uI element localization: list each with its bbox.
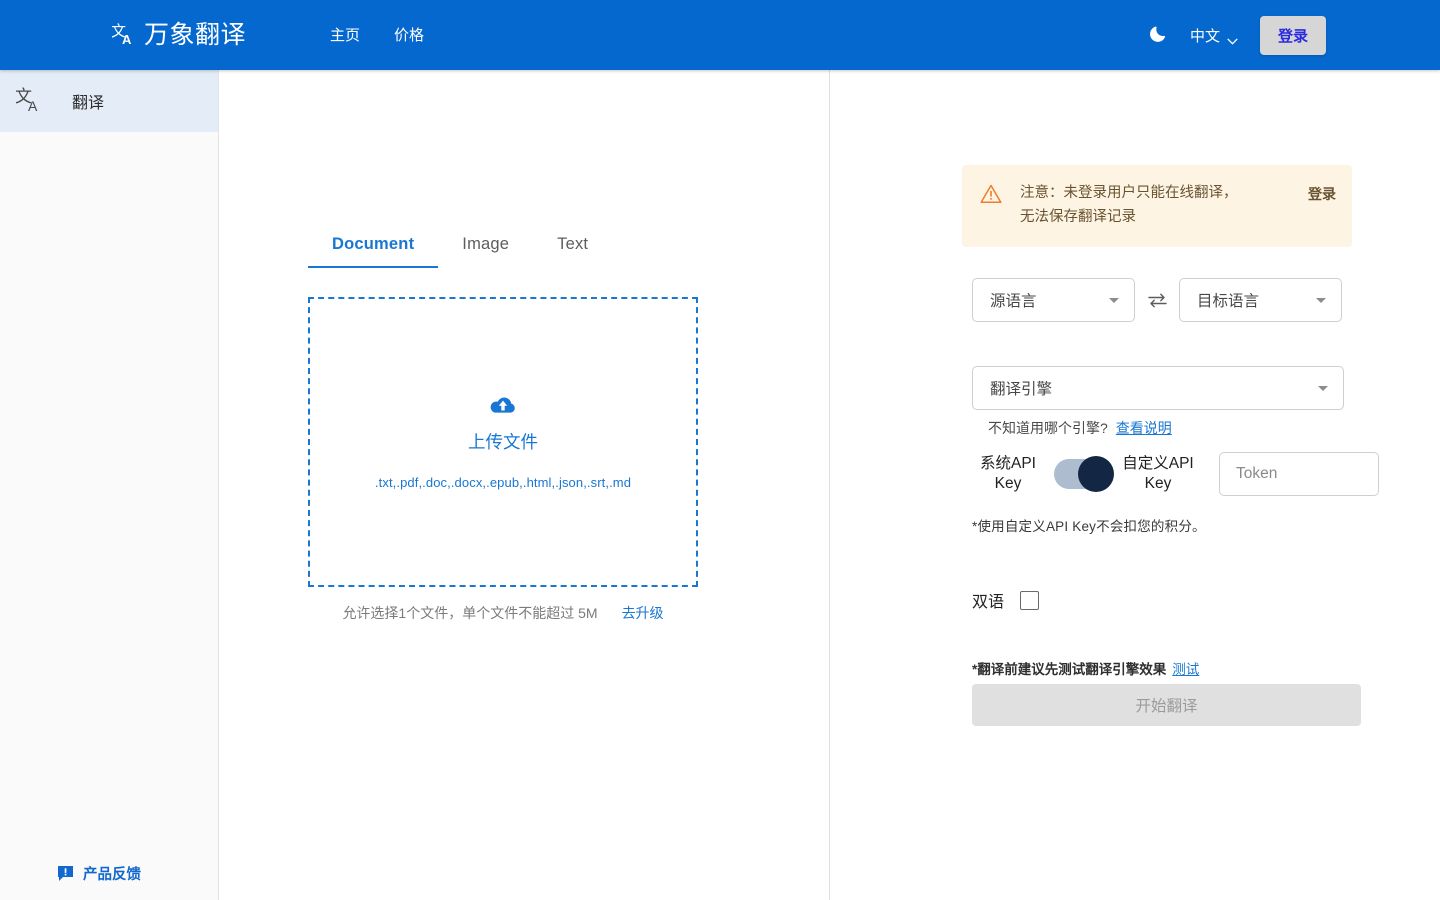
not-logged-in-alert: 注意：未登录用户只能在线翻译，无法保存翻译记录 登录: [962, 165, 1352, 247]
file-dropzone[interactable]: 上传文件 .txt,.pdf,.doc,.docx,.epub,.html,.j…: [308, 297, 698, 587]
engine-help-link[interactable]: 查看说明: [1116, 418, 1172, 438]
translate-icon: 文 A: [16, 87, 44, 115]
api-key-mode-toggle[interactable]: [1054, 459, 1112, 489]
upload-mode-tabs: Document Image Text: [308, 235, 612, 268]
upload-title: 上传文件: [468, 429, 538, 454]
token-input[interactable]: [1219, 452, 1379, 496]
top-bar-actions: 中文 登录: [1140, 16, 1326, 55]
api-key-row: 系统API Key 自定义API Key: [972, 452, 1379, 496]
sidebar-item-translate[interactable]: 文 A 翻译: [0, 70, 218, 132]
toggle-knob: [1078, 456, 1114, 492]
tab-document[interactable]: Document: [308, 235, 438, 268]
supported-extensions: .txt,.pdf,.doc,.docx,.epub,.html,.json,.…: [375, 475, 631, 490]
brand-name: 万象翻译: [144, 23, 246, 48]
product-feedback-label: 产品反馈: [83, 863, 141, 884]
language-selector[interactable]: 中文: [1190, 25, 1238, 46]
nav-item-pricing[interactable]: 价格: [394, 28, 424, 43]
translate-icon: 文 A: [112, 22, 138, 48]
svg-text:A: A: [122, 32, 132, 47]
sidebar: 文 A 翻译 产品反馈: [0, 70, 219, 900]
source-language-value: 源语言: [990, 289, 1037, 311]
alert-login-link[interactable]: 登录: [1308, 184, 1336, 204]
custom-api-key-label: 自定义API Key: [1122, 454, 1194, 494]
test-engine-note: *翻译前建议先测试翻译引擎效果 测试: [972, 658, 1199, 678]
upload-panel: Document Image Text 上传文件 .txt,.pdf,.doc,…: [220, 70, 830, 900]
nav-item-home[interactable]: 主页: [330, 28, 360, 43]
brand-logo[interactable]: 文 A 万象翻译: [112, 22, 246, 48]
sidebar-item-label: 翻译: [72, 89, 104, 113]
engine-hint-row: 不知道用哪个引擎? 查看说明: [988, 418, 1172, 438]
alert-message: 注意：未登录用户只能在线翻译，无法保存翻译记录: [1020, 182, 1250, 230]
bilingual-label: 双语: [972, 588, 1004, 612]
target-language-select[interactable]: 目标语言: [1179, 278, 1342, 322]
feedback-icon: [57, 865, 74, 882]
upload-limit-text: 允许选择1个文件，单个文件不能超过 5M: [342, 603, 597, 623]
bilingual-checkbox[interactable]: [1020, 591, 1039, 610]
product-feedback-link[interactable]: 产品反馈: [57, 863, 141, 884]
top-navigation-bar: 文 A 万象翻译 主页 价格 中文 登录: [0, 0, 1440, 70]
engine-hint-text: 不知道用哪个引擎?: [988, 418, 1108, 438]
dark-mode-toggle[interactable]: [1140, 16, 1178, 54]
chevron-down-icon: [1108, 297, 1120, 304]
tab-image[interactable]: Image: [438, 235, 533, 268]
chevron-down-icon: [1315, 297, 1327, 304]
chevron-down-icon: [1317, 385, 1329, 392]
language-pair-row: 源语言 目标语言: [972, 278, 1342, 322]
swap-arrows-icon: [1148, 293, 1167, 308]
chevron-down-icon: [1227, 32, 1238, 39]
test-engine-link[interactable]: 测试: [1172, 658, 1199, 678]
tab-text[interactable]: Text: [533, 235, 612, 268]
warning-triangle-icon: [980, 184, 1002, 204]
login-button[interactable]: 登录: [1260, 16, 1326, 55]
swap-languages-button[interactable]: [1135, 293, 1179, 308]
system-api-key-label: 系统API Key: [972, 454, 1044, 494]
translation-engine-select[interactable]: 翻译引擎: [972, 366, 1344, 410]
target-language-value: 目标语言: [1197, 289, 1259, 311]
cloud-upload-icon: [489, 395, 517, 417]
svg-text:A: A: [28, 98, 38, 114]
settings-panel: 注意：未登录用户只能在线翻译，无法保存翻译记录 登录 源语言 目标语言: [831, 70, 1440, 900]
language-selector-value: 中文: [1190, 25, 1220, 46]
upgrade-link[interactable]: 去升级: [622, 603, 664, 623]
moon-icon: [1149, 23, 1169, 48]
source-language-select[interactable]: 源语言: [972, 278, 1135, 322]
upload-hint-row: 允许选择1个文件，单个文件不能超过 5M 去升级: [308, 603, 698, 623]
bilingual-row: 双语: [972, 588, 1039, 612]
start-translation-button[interactable]: 开始翻译: [972, 684, 1361, 726]
api-key-note: *使用自定义API Key不会扣您的积分。: [972, 515, 1206, 535]
primary-nav: 主页 价格: [330, 28, 424, 43]
test-engine-text: *翻译前建议先测试翻译引擎效果: [972, 658, 1166, 678]
translation-engine-value: 翻译引擎: [990, 377, 1052, 399]
